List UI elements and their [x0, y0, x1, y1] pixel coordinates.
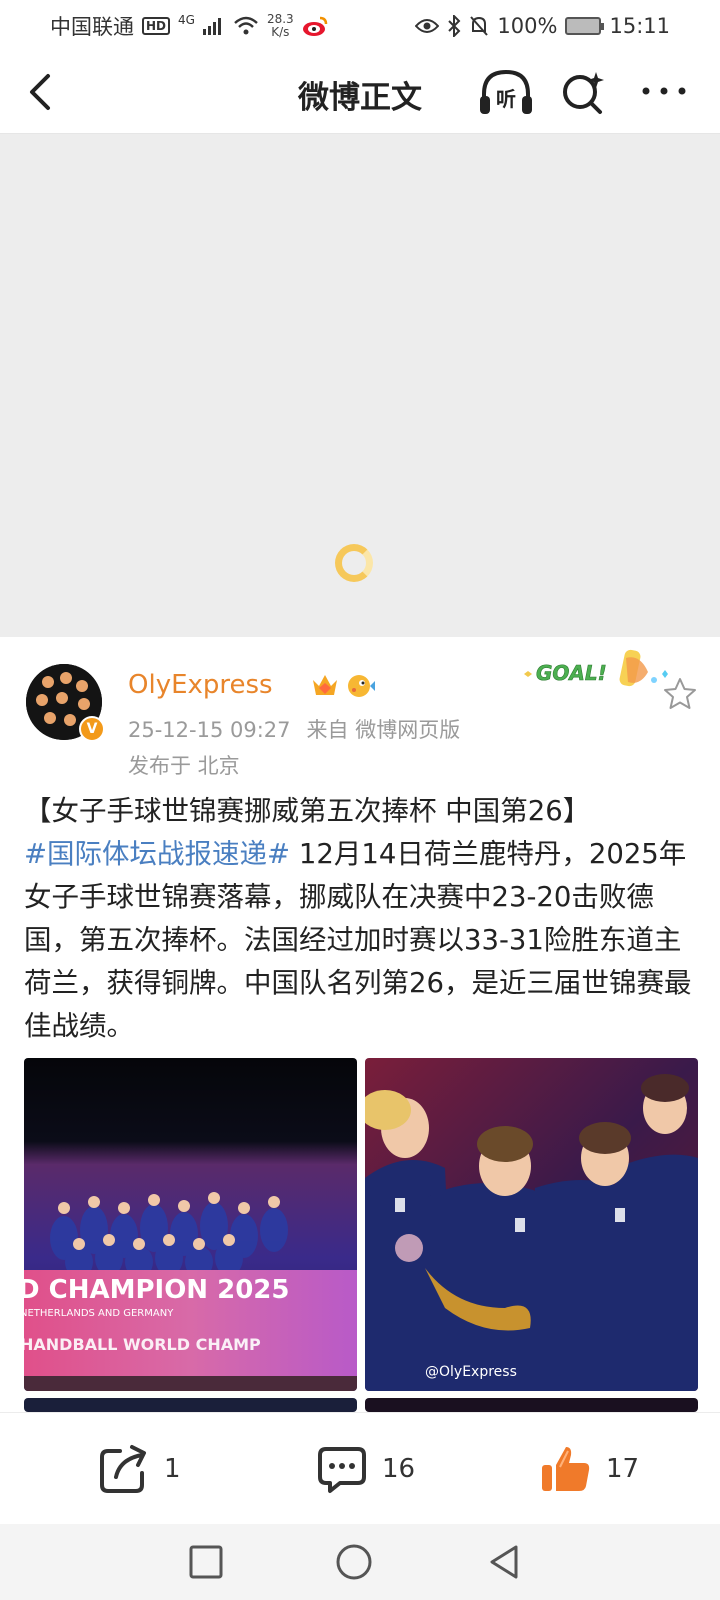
- member-crown-icon: [313, 675, 337, 695]
- author-row: V OlyExpress 25-12-15 09:27 来自 微博网页版 发布于 …: [26, 649, 706, 778]
- post-photo-2[interactable]: @OlyExpress: [365, 1058, 698, 1391]
- repost-button[interactable]: 1: [98, 1443, 181, 1495]
- celebrating-players-photo: @OlyExpress: [365, 1058, 698, 1391]
- favorite-star-button[interactable]: [662, 676, 698, 712]
- carrier-label: 中国联通: [50, 15, 134, 39]
- like-button[interactable]: 17: [540, 1443, 639, 1495]
- listen-label: 听: [496, 87, 516, 111]
- post-photo-1[interactable]: D CHAMPION 2025 NETHERLANDS AND GERMANY …: [24, 1058, 357, 1391]
- banner-line-2: NETHERLANDS AND GERMANY: [24, 1308, 174, 1319]
- action-bar: 1 16 17: [0, 1412, 720, 1524]
- top-nav-bar: 微博正文 听: [0, 52, 720, 134]
- post-title: 【女子手球世锦赛挪威第五次捧杯 中国第26】: [24, 795, 591, 827]
- home-button[interactable]: [334, 1542, 374, 1582]
- mute-bell-icon: [470, 16, 489, 36]
- loading-spinner-icon: [335, 544, 373, 582]
- like-count: 17: [606, 1454, 640, 1484]
- post-body: 【女子手球世锦赛挪威第五次捧杯 中国第26】 #国际体坛战报速递# 12月14日…: [24, 790, 696, 1048]
- network-speed: 28.3 K/s: [266, 12, 294, 39]
- pufferfish-badge-icon: [348, 675, 375, 697]
- bluetooth-icon: [448, 15, 461, 37]
- eye-icon: [415, 19, 440, 33]
- post-location: 发布于 北京: [128, 754, 240, 778]
- photo-watermark: @OlyExpress: [425, 1364, 517, 1380]
- cell-signal-icon: [202, 18, 221, 35]
- listen-headphones-button[interactable]: 听: [478, 68, 534, 118]
- comment-icon: [318, 1447, 366, 1493]
- comment-count: 16: [382, 1454, 416, 1484]
- status-bar: 中国联通 HD 4G 28.3 K/s 100% 15:11: [0, 0, 720, 52]
- post-source: 来自 微博网页版: [306, 718, 461, 742]
- post-timestamp: 25-12-15 09:27: [128, 718, 291, 742]
- weibo-notification-icon: [302, 16, 327, 36]
- share-icon: [100, 1445, 146, 1493]
- search-button[interactable]: [560, 68, 606, 116]
- goal-sticker-text: GOAL!: [536, 661, 607, 685]
- verified-badge-icon: V: [79, 716, 105, 742]
- post-meta: 25-12-15 09:27 来自 微博网页版: [128, 714, 460, 744]
- system-back-button[interactable]: [484, 1542, 524, 1582]
- hashtag-link[interactable]: #国际体坛战报速递#: [24, 838, 290, 870]
- banner-line-3: HANDBALL WORLD CHAMP: [24, 1335, 261, 1354]
- battery-percent: 100%: [497, 14, 558, 38]
- post-photo-3[interactable]: [24, 1398, 357, 1412]
- battery-icon: [565, 17, 605, 35]
- recent-apps-button[interactable]: [186, 1542, 226, 1582]
- banner-line-1: D CHAMPION 2025: [24, 1275, 289, 1305]
- comment-button[interactable]: 16: [316, 1443, 415, 1495]
- author-name[interactable]: OlyExpress: [128, 670, 273, 700]
- clock: 15:11: [609, 14, 670, 38]
- post-photo-4[interactable]: [365, 1398, 698, 1412]
- more-options-button[interactable]: [640, 80, 688, 102]
- repost-count: 1: [164, 1454, 181, 1484]
- signal-icon: 4G: [178, 13, 195, 27]
- system-nav-bar: [0, 1524, 720, 1600]
- thumbs-up-icon: [542, 1447, 590, 1491]
- page-title: 微博正文: [298, 80, 422, 116]
- hd-badge: HD: [142, 17, 171, 35]
- trophy-team-photo: D CHAMPION 2025 NETHERLANDS AND GERMANY …: [24, 1058, 357, 1391]
- wifi-icon: [234, 16, 258, 35]
